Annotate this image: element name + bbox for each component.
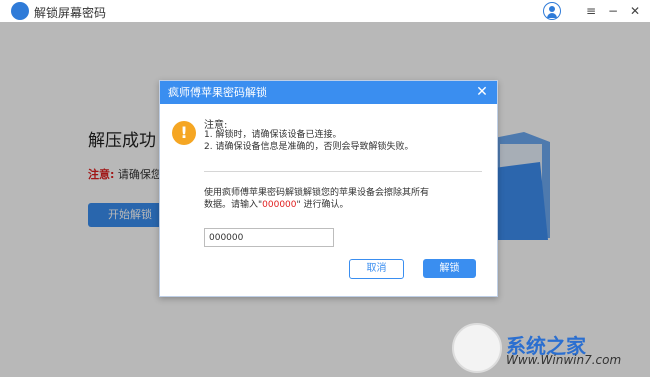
confirmation-code: 000000 — [262, 200, 297, 210]
cancel-button[interactable]: 取消 — [349, 259, 404, 279]
description-prefix: 数据。请输入" — [204, 200, 263, 210]
dialog-close-button[interactable]: ✕ — [473, 83, 491, 101]
minimize-button[interactable]: − — [603, 0, 623, 22]
unlock-dialog: 疯师傅苹果密码解锁 ✕ ! 注意: 1. 解锁时，请确保该设备已连接。 2. 请… — [159, 80, 498, 297]
watermark-url: Www.Winwin7.com — [506, 353, 622, 367]
divider — [204, 171, 482, 172]
note-line-2: 2. 请确保设备信息是准确的，否则会导致解锁失败。 — [204, 142, 414, 152]
description-suffix: " 进行确认。 — [296, 200, 349, 210]
title-bar: 解锁屏幕密码 ≡ − ✕ — [0, 0, 650, 22]
dialog-header: 疯师傅苹果密码解锁 — [160, 81, 497, 104]
app-title: 解锁屏幕密码 — [34, 6, 107, 20]
user-account-icon[interactable] — [543, 2, 561, 20]
menu-button[interactable]: ≡ — [581, 0, 601, 22]
warning-icon: ! — [172, 121, 196, 145]
unlock-button[interactable]: 解锁 — [423, 259, 476, 278]
close-window-button[interactable]: ✕ — [625, 0, 645, 22]
watermark-logo-icon — [452, 323, 502, 373]
confirmation-input[interactable] — [204, 228, 334, 247]
description-line-2: 数据。请输入"000000" 进行确认。 — [204, 197, 349, 210]
app-logo-icon — [11, 2, 29, 20]
